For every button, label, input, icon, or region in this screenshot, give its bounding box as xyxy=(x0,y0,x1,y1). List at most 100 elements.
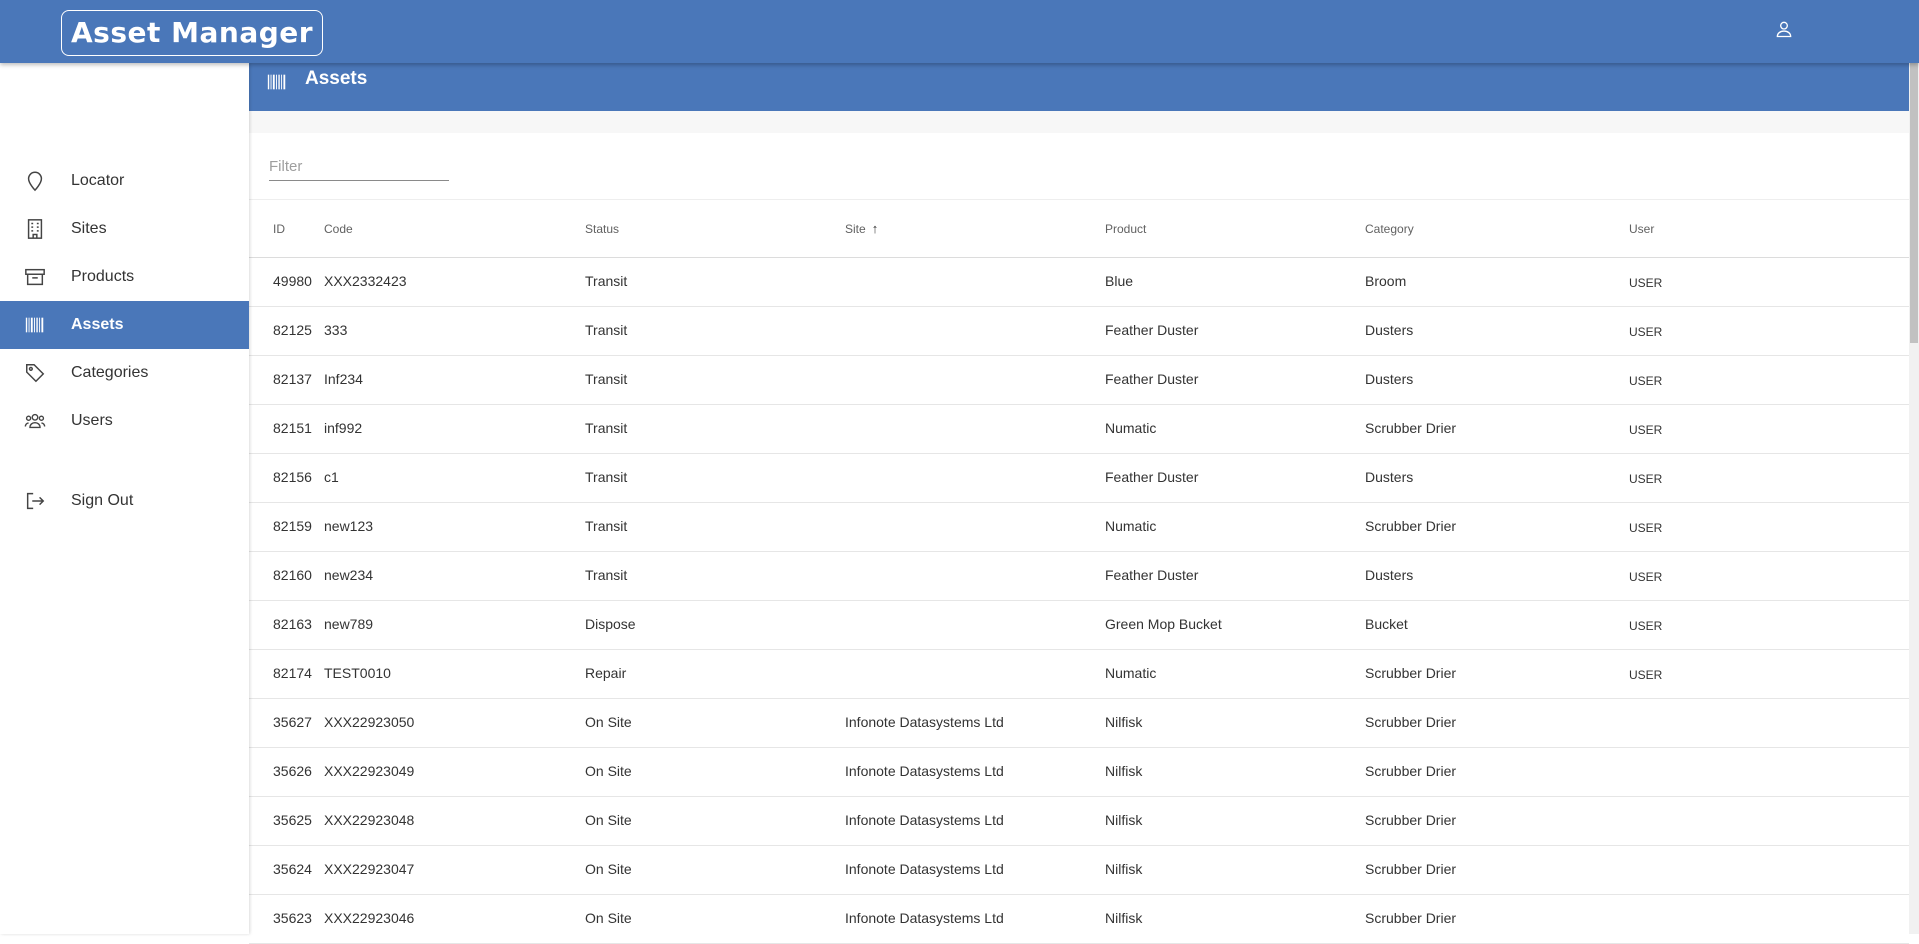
cell-id: 82137 xyxy=(273,371,312,387)
cell-status: Transit xyxy=(585,371,628,387)
column-header-site[interactable]: Site ↑ xyxy=(845,200,878,258)
table-row[interactable]: 82174 TEST0010 Repair Numatic Scrubber Drier… xyxy=(249,650,1909,699)
table-row[interactable]: 35623 XXX22923046 On Site Infonote Datasyst… xyxy=(249,895,1909,944)
barcode-icon xyxy=(267,74,286,90)
cell-site: Infonote Datasystems Ltd xyxy=(845,910,1004,926)
sign-out-button[interactable]: Sign Out xyxy=(0,477,249,525)
column-header-code[interactable]: Code xyxy=(324,200,353,258)
cell-status: Repair xyxy=(585,665,627,681)
cell-category: Broom xyxy=(1365,273,1407,289)
building-icon xyxy=(27,219,43,239)
column-header-category[interactable]: Category xyxy=(1365,200,1414,258)
table-row[interactable]: 35627 XXX22923050 On Site Infonote Datasyst… xyxy=(249,699,1909,748)
filter-input[interactable] xyxy=(269,153,449,179)
cell-product: Feather Duster xyxy=(1105,371,1199,387)
cell-user: USER xyxy=(1629,472,1663,486)
table-row[interactable]: 82159 new123 Transit Numatic Scrubber Drier U… xyxy=(249,503,1909,552)
cell-product: Feather Duster xyxy=(1105,322,1199,338)
cell-category: Scrubber Drier xyxy=(1365,812,1457,828)
cell-category: Scrubber Drier xyxy=(1365,910,1457,926)
column-header-site-label: Site xyxy=(845,222,866,236)
cell-product: Numatic xyxy=(1105,518,1157,534)
cell-code: new789 xyxy=(324,616,374,632)
scrollbar[interactable] xyxy=(1909,63,1919,934)
cell-code: XXX2332423 xyxy=(324,273,407,289)
sidebar: Locator Sites Products Assets Categories xyxy=(0,63,249,934)
tag-icon xyxy=(26,364,45,383)
table-row[interactable]: 35624 XXX22923047 On Site Infonote Datasyst… xyxy=(249,846,1909,895)
cell-product: Green Mop Bucket xyxy=(1105,616,1222,632)
cell-code: c1 xyxy=(324,469,339,485)
archive-box-icon xyxy=(25,268,45,286)
users-icon xyxy=(24,413,46,429)
cell-status: On Site xyxy=(585,861,632,877)
cell-user: USER xyxy=(1629,276,1663,290)
cell-product: Nilfisk xyxy=(1105,812,1143,828)
cell-product: Blue xyxy=(1105,273,1134,289)
table-row[interactable]: 82151 inf992 Transit Numatic Scrubber Drier U… xyxy=(249,405,1909,454)
column-header-product[interactable]: Product xyxy=(1105,200,1146,258)
cell-site: Infonote Datasystems Ltd xyxy=(845,714,1004,730)
sidebar-item-sites[interactable]: Sites xyxy=(0,205,249,253)
app-title: Asset Manager xyxy=(61,10,324,56)
cell-status: Transit xyxy=(585,518,628,534)
cell-category: Dusters xyxy=(1365,322,1414,338)
table-row[interactable]: 49980 XXX2332423 Transit Blue Broom USER xyxy=(249,258,1909,307)
user-icon[interactable] xyxy=(1774,19,1794,39)
cell-status: Transit xyxy=(585,420,628,436)
cell-site: Infonote Datasystems Ltd xyxy=(845,763,1004,779)
column-header-status[interactable]: Status xyxy=(585,200,619,258)
sign-out-label: Sign Out xyxy=(71,492,134,509)
cell-status: On Site xyxy=(585,812,632,828)
table-row[interactable]: 35625 XXX22923048 On Site Infonote Datasyst… xyxy=(249,797,1909,846)
column-header-id[interactable]: ID xyxy=(273,200,285,258)
cell-code: TEST0010 xyxy=(324,665,391,681)
sidebar-item-label: Users xyxy=(71,412,113,429)
page-header: Assets xyxy=(249,63,1909,111)
cell-status: Transit xyxy=(585,273,628,289)
cell-user: USER xyxy=(1629,570,1663,584)
cell-site: Infonote Datasystems Ltd xyxy=(845,812,1004,828)
cell-status: Transit xyxy=(585,469,628,485)
cell-id: 82151 xyxy=(273,420,312,436)
cell-user: USER xyxy=(1629,668,1663,682)
table-row[interactable]: 82156 c1 Transit Feather Duster Dusters USER xyxy=(249,454,1909,503)
cell-user: USER xyxy=(1629,423,1663,437)
cell-id: 49980 xyxy=(273,273,312,289)
cell-code: Inf234 xyxy=(324,371,363,387)
barcode-icon xyxy=(25,317,44,333)
cell-product: Feather Duster xyxy=(1105,469,1199,485)
table-row[interactable]: 82163 new789 Dispose Green Mop Bucket Bucket… xyxy=(249,601,1909,650)
cell-product: Numatic xyxy=(1105,665,1157,681)
sidebar-item-categories[interactable]: Categories xyxy=(0,349,249,397)
cell-code: XXX22923048 xyxy=(324,812,415,828)
sidebar-item-products[interactable]: Products xyxy=(0,253,249,301)
cell-site: Infonote Datasystems Ltd xyxy=(845,861,1004,877)
sidebar-item-label: Sites xyxy=(71,220,107,237)
cell-id: 35625 xyxy=(273,812,312,828)
sidebar-item-assets[interactable]: Assets xyxy=(0,301,249,349)
cell-id: 82125 xyxy=(273,322,312,338)
sidebar-item-locator[interactable]: Locator xyxy=(0,157,249,205)
table-row[interactable]: 82160 new234 Transit Feather Duster Dusters U… xyxy=(249,552,1909,601)
table-row[interactable]: 82137 Inf234 Transit Feather Duster Dusters U… xyxy=(249,356,1909,405)
cell-status: Dispose xyxy=(585,616,636,632)
cell-code: XXX22923046 xyxy=(324,910,415,926)
table-row[interactable]: 82125 333 Transit Feather Duster Dusters USER xyxy=(249,307,1909,356)
cell-category: Scrubber Drier xyxy=(1365,665,1457,681)
cell-code: XXX22923049 xyxy=(324,763,415,779)
table-row[interactable]: 35626 XXX22923049 On Site Infonote Datasyst… xyxy=(249,748,1909,797)
table-header: ID Code Status Site ↑ Product Category Us… xyxy=(249,200,1909,258)
scrollbar-thumb[interactable] xyxy=(1910,63,1918,343)
cell-category: Scrubber Drier xyxy=(1365,861,1457,877)
column-header-user[interactable]: User xyxy=(1629,200,1654,258)
sidebar-item-users[interactable]: Users xyxy=(0,397,249,445)
cell-user: USER xyxy=(1629,521,1663,535)
filter-field[interactable] xyxy=(269,153,449,181)
cell-id: 82156 xyxy=(273,469,312,485)
cell-category: Bucket xyxy=(1365,616,1408,632)
cell-id: 35624 xyxy=(273,861,312,877)
app-bar: Asset Manager xyxy=(0,0,1919,63)
cell-id: 35626 xyxy=(273,763,312,779)
cell-status: Transit xyxy=(585,322,628,338)
